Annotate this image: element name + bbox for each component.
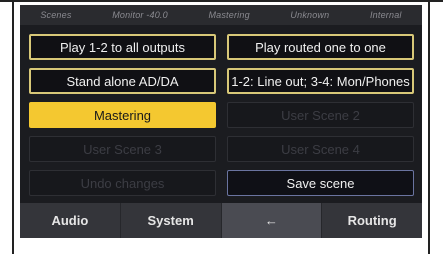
- undo-changes-button[interactable]: Undo changes: [29, 170, 216, 196]
- scene-user4-button[interactable]: User Scene 4: [227, 136, 414, 162]
- bottom-nav-bar: Audio System ← Routing: [20, 203, 422, 238]
- nav-back-button[interactable]: ←: [220, 203, 322, 238]
- scene-line-out-button[interactable]: 1-2: Line out; 3-4: Mon/Phones: [227, 68, 414, 94]
- save-scene-button[interactable]: Save scene: [227, 170, 414, 196]
- nav-audio-button[interactable]: Audio: [20, 203, 120, 238]
- status-scenes: Scenes: [40, 10, 72, 20]
- status-clock-source: Internal: [369, 10, 402, 20]
- nav-routing-button[interactable]: Routing: [321, 203, 422, 238]
- scene-play-all-button[interactable]: Play 1-2 to all outputs: [29, 34, 216, 60]
- status-sample-rate: Unknown: [290, 10, 330, 20]
- scene-user2-button[interactable]: User Scene 2: [227, 102, 414, 128]
- nav-system-button[interactable]: System: [119, 203, 221, 238]
- status-monitor-level: Monitor -40.0: [112, 10, 168, 20]
- frame-right-border: [428, 0, 430, 254]
- status-bar: Scenes Monitor -40.0 Mastering Unknown I…: [20, 5, 422, 25]
- status-current-scene: Mastering: [208, 10, 250, 20]
- frame-left-border: [12, 0, 14, 254]
- scene-user3-button[interactable]: User Scene 3: [29, 136, 216, 162]
- device-screen: Scenes Monitor -40.0 Mastering Unknown I…: [20, 5, 422, 238]
- back-arrow-icon: ←: [264, 213, 278, 228]
- scene-play-routed-button[interactable]: Play routed one to one: [227, 34, 414, 60]
- scene-standalone-button[interactable]: Stand alone AD/DA: [29, 68, 216, 94]
- scene-mastering-button[interactable]: Mastering: [29, 102, 216, 128]
- frame-top-border: [0, 0, 443, 2]
